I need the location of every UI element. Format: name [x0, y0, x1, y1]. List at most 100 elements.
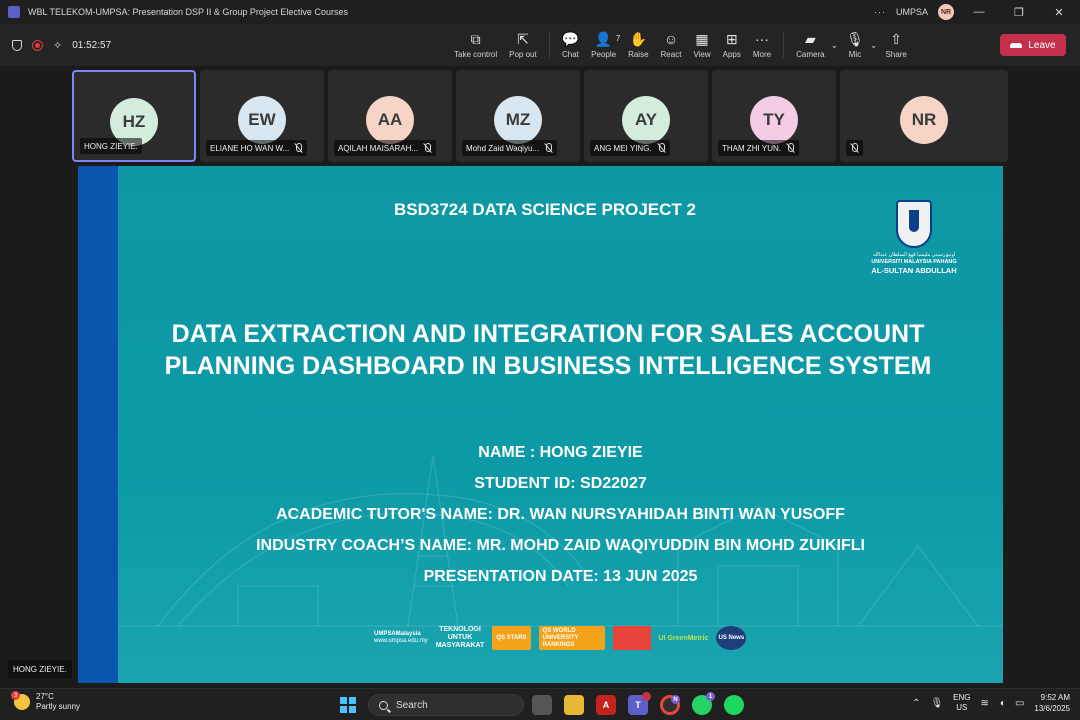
lang-line-2: US [956, 703, 968, 712]
tool-label: View [693, 50, 711, 59]
university-crest-icon [896, 200, 932, 248]
tool-share-button[interactable]: ⇧ Share [879, 24, 912, 66]
presenter-name-tag: HONG ZIEYIE. [8, 660, 72, 678]
tool-apps-button[interactable]: ⊞ Apps [717, 24, 747, 66]
slogan-line-1: TEKNOLOGI [439, 626, 481, 633]
chat-icon: 💬 [561, 31, 580, 47]
tool-react-button[interactable]: ☺ React [655, 24, 688, 66]
mic-muted-icon [423, 143, 432, 153]
clock-date: 13/6/2025 [1034, 704, 1070, 713]
participant-avatar: EW [238, 96, 286, 144]
participant-name-tag [846, 140, 863, 156]
campus-skyline-illustration [118, 455, 1003, 627]
more-icon: ··· [754, 31, 769, 47]
participant-name: Mohd Zaid Waqiyu... [466, 143, 540, 153]
tool-label: More [752, 50, 772, 59]
participant-tile[interactable]: HZ HONG ZIEYIE. [72, 70, 196, 162]
more-options-button[interactable]: ··· [874, 7, 886, 17]
tool-label: Apps [722, 50, 741, 59]
chrome-badge: N [671, 695, 680, 704]
close-button[interactable]: ✕ [1044, 6, 1074, 19]
participant-tile[interactable]: AY ANG MEI YING. [584, 70, 708, 162]
task-view-icon[interactable] [532, 695, 552, 715]
file-explorer-icon[interactable] [564, 695, 584, 715]
student-name: NAME : HONG ZIEYIE [478, 444, 643, 461]
impact-rankings-badge [612, 626, 651, 650]
tool-raise-button[interactable]: ✋ Raise [622, 24, 654, 66]
tool-camera-button[interactable]: ▰ Camera [790, 24, 830, 66]
participant-name: HONG ZIEYIE. [84, 141, 138, 151]
camera-off-icon: ▰ [804, 31, 816, 47]
chevron-down-icon[interactable]: ⌄ [831, 40, 839, 51]
tool-more-button[interactable]: ··· More [747, 24, 777, 66]
weather-badge: 3 [11, 691, 20, 700]
leave-button[interactable]: Leave [1000, 34, 1066, 56]
participant-tile[interactable]: NR [840, 70, 1008, 162]
security-shield-icon[interactable] [12, 39, 22, 51]
social-media-badge: UMPSAMalaysia www.umpsa.edu.my [374, 626, 428, 650]
tray-mic-icon[interactable]: 🎙 [930, 698, 943, 709]
lang-line-1: ENG [953, 693, 971, 702]
tool-chat-button[interactable]: 💬 Chat [556, 24, 585, 66]
logo-line-1: UNIVERSITI MALAYSIA PAHANG [871, 259, 957, 265]
sparkle-icon[interactable]: ✧ [53, 39, 62, 52]
clock-time: 9:52 AM [1040, 693, 1070, 702]
participant-name-tag: HONG ZIEYIE. [80, 138, 142, 154]
tool-label: Raise [628, 50, 649, 59]
spotify-icon[interactable] [724, 695, 744, 715]
mic-muted-icon [786, 143, 795, 153]
meeting-timer: 01:52:57 [72, 39, 112, 51]
umpsa-logo: اونيۏرسيتي مليسيا ڤهڠ السلطان عبدالله UN… [864, 200, 964, 280]
academic-tutor: ACADEMIC TUTOR'S NAME: DR. WAN NURSYAHID… [276, 506, 845, 523]
taskbar-search[interactable]: Search [368, 694, 524, 716]
participant-tile[interactable]: AA AQILAH MAISARAH... [328, 70, 452, 162]
chrome-icon[interactable]: N [660, 695, 680, 715]
participant-name-tag: ANG MEI YING. [590, 140, 670, 156]
tool-pop-out-button[interactable]: ⇱ Pop out [503, 24, 543, 66]
minimize-button[interactable]: — [964, 6, 994, 18]
slogan-line-3: MASYARAKAT [435, 642, 485, 649]
volume-icon[interactable]: ◖ [999, 698, 1005, 709]
whatsapp-icon[interactable]: 1 [692, 692, 715, 715]
weather-sun-icon: 3 [11, 691, 30, 710]
tool-label: Chat [561, 50, 579, 59]
share-icon: ⇧ [890, 31, 902, 47]
tool-mic-button[interactable]: 🎙 Mic [840, 24, 870, 66]
teams-taskbar-icon[interactable]: T [628, 692, 651, 715]
participant-name: ANG MEI YING. [594, 143, 652, 153]
website-url: www.umpsa.edu.my [374, 638, 428, 644]
tool-take-control-button[interactable]: ⧉ Take control [448, 24, 503, 66]
mic-muted-icon [544, 143, 553, 153]
ui-greenmetric-badge: UI GreenMetric [658, 634, 709, 642]
usnews-badge: US News [716, 626, 747, 650]
slide-side-bar [78, 166, 118, 683]
logo-arabic-text: اونيۏرسيتي مليسيا ڤهڠ السلطان عبدالله [872, 252, 956, 258]
tool-label: Mic [848, 50, 862, 59]
battery-icon[interactable]: ▭ [1015, 698, 1024, 709]
clock[interactable]: 9:52 AM 13/6/2025 [1034, 692, 1070, 714]
tool-view-button[interactable]: ▦ View [687, 24, 716, 66]
user-avatar[interactable]: NR [938, 4, 954, 20]
restore-button[interactable]: ❐ [1004, 6, 1034, 19]
mic-off-icon: 🎙 [846, 31, 864, 47]
toolbar-separator [548, 32, 550, 58]
wifi-icon[interactable]: ≋ [981, 698, 989, 709]
language-indicator[interactable]: ENG US [953, 693, 970, 713]
apps-icon: ⊞ [725, 31, 738, 47]
social-handle: UMPSAMalaysia [374, 631, 421, 637]
acrobat-icon[interactable]: A [596, 695, 616, 715]
tray-overflow-icon[interactable]: ⌃ [912, 698, 920, 709]
participant-name: ELIANE HO WAN W... [210, 143, 290, 153]
chevron-down-icon[interactable]: ⌄ [870, 40, 878, 51]
organization-name: UMPSA [895, 7, 928, 17]
tool-label: Take control [454, 50, 498, 59]
meeting-toolbar: ✧ 01:52:57 ⧉ Take control ⇱ Pop out 💬 Chat 👤 7 P… [0, 24, 1080, 66]
shared-content-stage: BSD3724 DATA SCIENCE PROJECT 2 اونيۏرسيت… [0, 164, 1080, 686]
start-button[interactable] [340, 697, 356, 713]
participant-tile[interactable]: TY THAM ZHI YUN. [712, 70, 836, 162]
participant-tile[interactable]: MZ Mohd Zaid Waqiyu... [456, 70, 580, 162]
leave-label: Leave [1028, 39, 1056, 51]
participant-tile[interactable]: EW ELIANE HO WAN W... [200, 70, 324, 162]
weather-widget[interactable]: 3 27°C Partly sunny [11, 691, 80, 712]
tool-people-button[interactable]: 👤 7 People [585, 24, 622, 66]
